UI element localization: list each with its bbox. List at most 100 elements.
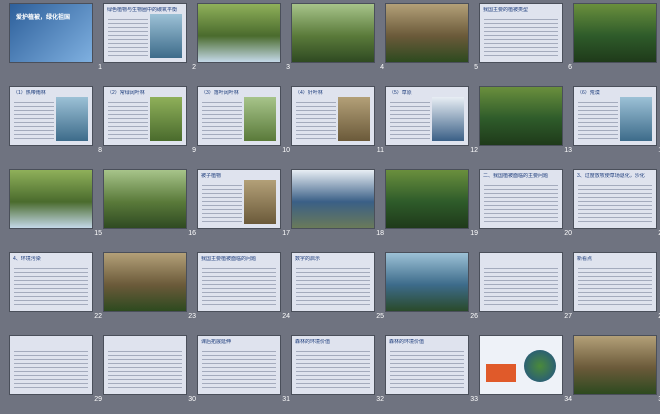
text-lines	[578, 99, 618, 141]
chart-graphic	[486, 352, 516, 382]
text-lines	[14, 99, 54, 141]
slide-thumbnail[interactable]: 19	[385, 169, 479, 238]
text-lines	[390, 348, 464, 390]
slide-thumbnail[interactable]: 爱护植被，绿化祖国 1	[9, 3, 103, 72]
slide-thumbnail[interactable]: 30	[103, 335, 197, 404]
slide-thumbnail[interactable]: （2）常绿阔叶林 9	[103, 86, 197, 155]
slide-thumbnail[interactable]: 7	[573, 3, 660, 72]
slide-thumbnail[interactable]: 课后拓展延伸 31	[197, 335, 291, 404]
slide-thumbnail[interactable]: 18	[291, 169, 385, 238]
slide-preview	[385, 252, 469, 312]
slide-title: 被子植物	[201, 173, 222, 179]
slide-thumbnail[interactable]: 森林的环境价值 33	[385, 335, 479, 404]
slide-thumbnail[interactable]: 5	[385, 3, 479, 72]
slide-number: 32	[376, 396, 384, 403]
text-lines	[202, 182, 242, 224]
slide-number: 20	[564, 230, 572, 237]
slide-thumbnail[interactable]: 16	[103, 169, 197, 238]
slide-preview: 我国主要的植被类型	[479, 3, 563, 63]
slide-number: 34	[564, 396, 572, 403]
slide-thumbnail[interactable]: （5）草原 12	[385, 86, 479, 155]
slide-photo	[56, 97, 88, 141]
slide-preview: 4、环境污染	[9, 252, 93, 312]
slide-title: 我国主要的植被类型	[483, 7, 529, 13]
slide-thumbnail[interactable]: 27	[479, 252, 573, 321]
slide-preview	[9, 169, 93, 229]
text-lines	[484, 265, 558, 307]
slide-thumbnail[interactable]: （4）针叶林 11	[291, 86, 385, 155]
text-lines	[296, 99, 336, 141]
slide-preview: 森林的环境价值	[385, 335, 469, 395]
slide-preview	[479, 86, 563, 146]
slide-preview: （1）热带雨林	[9, 86, 93, 146]
text-lines	[108, 99, 148, 141]
slide-number: 30	[188, 396, 196, 403]
slide-thumbnail[interactable]: 森林的环境价值 32	[291, 335, 385, 404]
text-lines	[296, 265, 370, 307]
slide-thumbnail[interactable]: 26	[385, 252, 479, 321]
slide-preview: （3）落叶阔叶林	[197, 86, 281, 146]
slide-thumbnail[interactable]: （1）热带雨林 8	[9, 86, 103, 155]
slide-preview	[573, 335, 657, 395]
text-lines	[14, 265, 88, 307]
text-lines	[484, 182, 558, 224]
text-lines	[202, 265, 276, 307]
slide-thumbnail[interactable]: 29	[9, 335, 103, 404]
slide-number: 6	[568, 64, 572, 71]
slide-thumbnail[interactable]: 数字的启示 25	[291, 252, 385, 321]
slide-number: 9	[192, 147, 196, 154]
slide-preview: 森林的环境价值	[291, 335, 375, 395]
text-lines	[484, 16, 558, 58]
slide-title: 森林的环境价值	[295, 339, 331, 345]
text-lines	[108, 16, 148, 58]
slide-number: 19	[470, 230, 478, 237]
slide-thumbnail[interactable]: （6）荒漠14	[573, 86, 660, 155]
slide-preview: 爱护植被，绿化祖国	[9, 3, 93, 63]
slide-thumbnail[interactable]: （3）落叶阔叶林 10	[197, 86, 291, 155]
slide-thumbnail[interactable]: 我国主要植被面临的问题 24	[197, 252, 291, 321]
slide-thumbnail[interactable]: 35	[573, 335, 660, 404]
slide-thumbnail[interactable]: 23	[103, 252, 197, 321]
slide-thumbnail[interactable]: 3、过度放牧使草场退化，沙化21	[573, 169, 660, 238]
slide-title: 爱护植被，绿化祖国	[16, 15, 71, 21]
slide-thumbnail[interactable]: 3	[197, 3, 291, 72]
slide-title: （5）草原	[389, 90, 412, 96]
slide-thumbnail[interactable]: 被子植物 17	[197, 169, 291, 238]
slide-number: 3	[286, 64, 290, 71]
slide-number: 12	[470, 147, 478, 154]
slide-thumbnail[interactable]: 绿色植物与生物圈中的碳氧平衡 2	[103, 3, 197, 72]
slide-sorter-grid: 爱护植被，绿化祖国1绿色植物与生物圈中的碳氧平衡2345我国主要的植被类型67（…	[0, 0, 660, 414]
slide-number: 24	[282, 313, 290, 320]
slide-preview	[103, 169, 187, 229]
slide-preview	[479, 335, 563, 395]
slide-number: 15	[94, 230, 102, 237]
text-lines	[108, 348, 182, 390]
slide-thumbnail[interactable]: 二、我国植被面临的主要问题 20	[479, 169, 573, 238]
text-lines	[390, 99, 430, 141]
slide-number: 31	[282, 396, 290, 403]
text-lines	[296, 348, 370, 390]
slide-title: 森林的环境价值	[389, 339, 425, 345]
slide-thumbnail[interactable]: 13	[479, 86, 573, 155]
slide-preview: 绿色植物与生物圈中的碳氧平衡	[103, 3, 187, 63]
slide-number: 29	[94, 396, 102, 403]
slide-preview: 课后拓展延伸	[197, 335, 281, 395]
slide-title: （3）落叶阔叶林	[201, 90, 239, 96]
slide-preview: （2）常绿阔叶林	[103, 86, 187, 146]
slide-number: 22	[94, 313, 102, 320]
slide-thumbnail[interactable]: 34	[479, 335, 573, 404]
slide-title: 我国主要植被面临的问题	[201, 256, 257, 262]
slide-thumbnail[interactable]: 4	[291, 3, 385, 72]
slide-title: 3、过度放牧使草场退化，沙化	[577, 173, 645, 179]
slide-number: 13	[564, 147, 572, 154]
slide-number: 16	[188, 230, 196, 237]
slide-thumbnail[interactable]: 4、环境污染 22	[9, 252, 103, 321]
slide-preview	[9, 335, 93, 395]
slide-thumbnail[interactable]: 新看点28	[573, 252, 660, 321]
slide-thumbnail[interactable]: 我国主要的植被类型 6	[479, 3, 573, 72]
slide-title: 课后拓展延伸	[201, 339, 232, 345]
slide-title: （1）热带雨林	[13, 90, 46, 96]
globe-icon	[524, 350, 556, 382]
slide-thumbnail[interactable]: 15	[9, 169, 103, 238]
slide-number: 23	[188, 313, 196, 320]
